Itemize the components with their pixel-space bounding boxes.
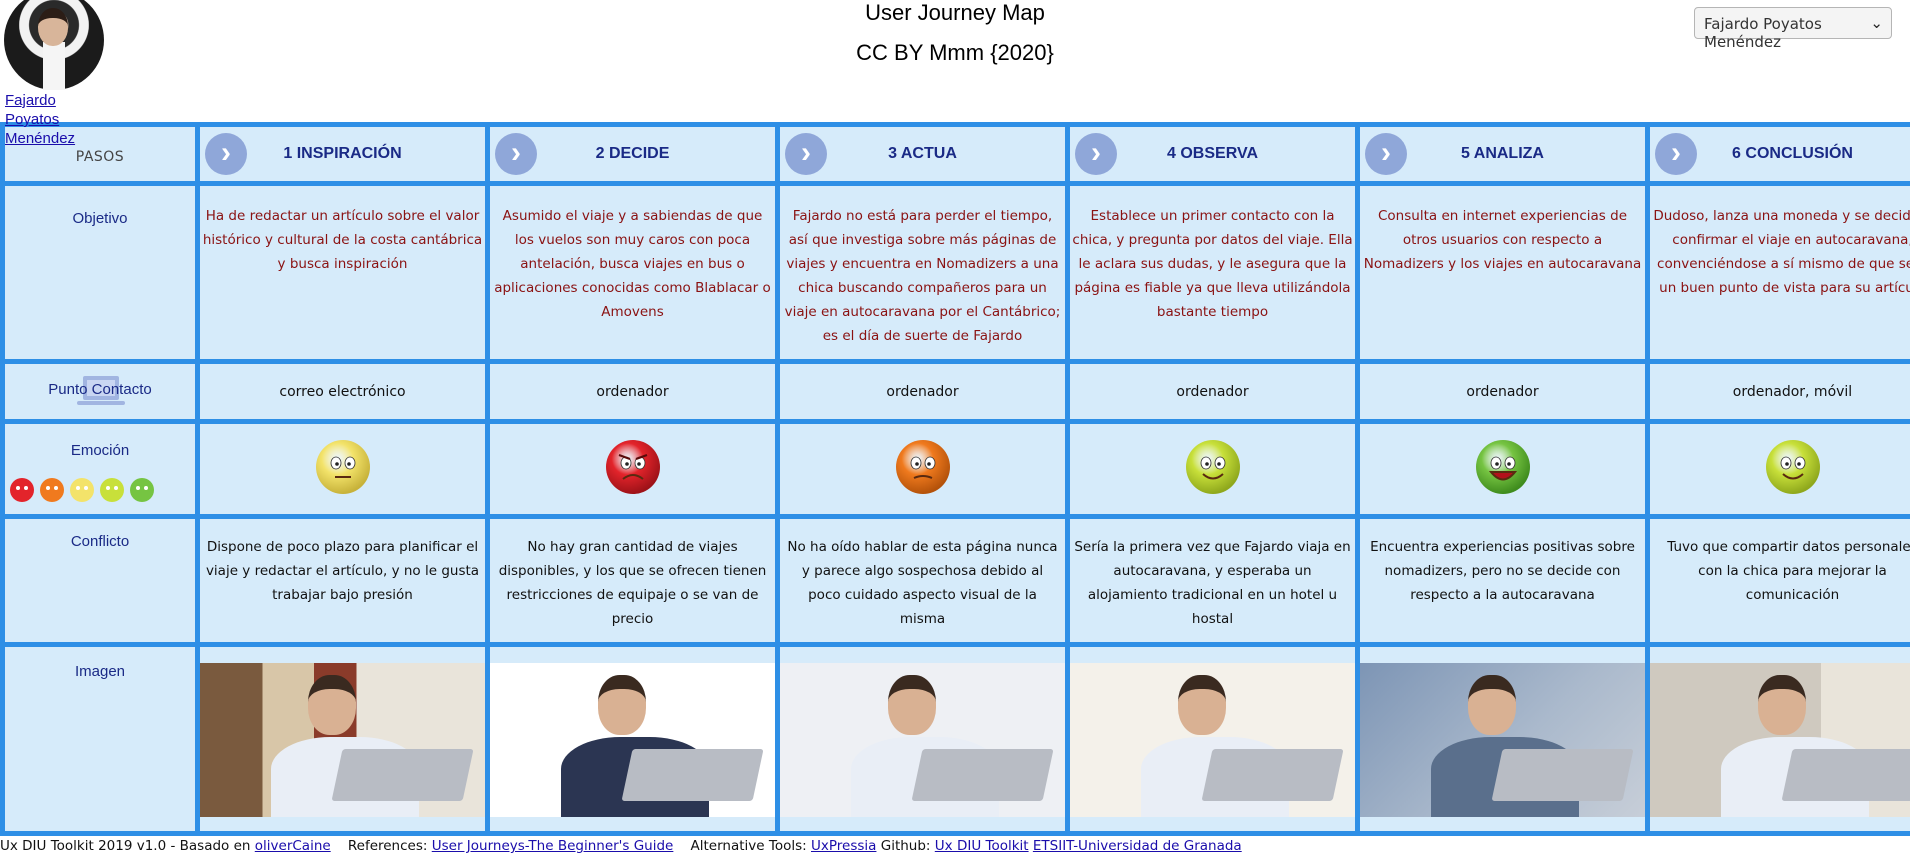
step-conflicto: Encuentra experiencias positivas sobre n… xyxy=(1360,519,1645,642)
footer-github-label: Github: xyxy=(880,838,931,854)
footer-link-olivercaine[interactable]: oliverCaine xyxy=(255,838,331,854)
step-objetivo: Consulta en internet experiencias de otr… xyxy=(1360,186,1645,359)
angry-face-icon xyxy=(605,440,660,494)
step-conflicto: Dispone de poco plazo para planificar el… xyxy=(200,519,485,642)
footer-alt-tools-label: Alternative Tools: xyxy=(690,838,807,854)
step-photo xyxy=(490,663,775,817)
step-contacto: ordenador xyxy=(490,364,775,419)
pleased-face-icon xyxy=(1185,440,1240,494)
step-photo xyxy=(1070,663,1355,817)
step-objetivo: Fajardo no está para perder el tiempo, a… xyxy=(780,186,1065,359)
step-image xyxy=(200,647,485,831)
step-title: 4 OBSERVA xyxy=(1167,145,1258,162)
step-image xyxy=(1360,647,1645,831)
annoyed-face-icon xyxy=(895,440,950,494)
emotion-scale-icons xyxy=(10,478,154,502)
row-label-objetivo: Objetivo xyxy=(5,186,195,359)
persona-name-link[interactable]: Fajardo Poyatos Menéndez xyxy=(5,91,75,148)
step-photo xyxy=(1650,663,1910,817)
page-title: User Journey Map xyxy=(865,0,1045,25)
emotion-scale-angry-icon xyxy=(10,478,34,502)
step-header: › 4 OBSERVA xyxy=(1070,127,1355,181)
emotion-scale-pleased-icon xyxy=(100,478,124,502)
step-objetivo: Ha de redactar un artículo sobre el valo… xyxy=(200,186,485,359)
step-emotion xyxy=(490,424,775,514)
page-subtitle: CC BY Mmm {2020} xyxy=(856,40,1054,65)
footer-prefix: Ux DIU Toolkit 2019 v1.0 - Basado en xyxy=(0,838,251,854)
step-header: › 3 ACTUA xyxy=(780,127,1065,181)
step-image xyxy=(1650,647,1910,831)
step-title: 2 DECIDE xyxy=(595,145,670,162)
step-objetivo: Asumido el viaje y a sabiendas de que lo… xyxy=(490,186,775,359)
step-emotion xyxy=(1070,424,1355,514)
step-conflicto: Tuvo que compartir datos personales con … xyxy=(1650,519,1910,642)
row-label-contacto: Punto Contacto xyxy=(5,364,195,419)
step-contacto: ordenador xyxy=(1070,364,1355,419)
step-emotion xyxy=(1650,424,1910,514)
happy-face-icon xyxy=(1475,440,1530,494)
row-label-conflicto: Conflicto xyxy=(5,519,195,642)
step-conflicto: Sería la primera vez que Fajardo viaja e… xyxy=(1070,519,1355,642)
row-label-contacto-text: Punto Contacto xyxy=(48,381,152,398)
step-header: › 1 INSPIRACIÓN xyxy=(200,127,485,181)
footer: Ux DIU Toolkit 2019 v1.0 - Basado en oli… xyxy=(0,838,1910,858)
footer-link-user-journeys-guide[interactable]: User Journeys-The Beginner's Guide xyxy=(432,838,674,854)
step-photo xyxy=(200,663,485,817)
step-conflicto: No ha oído hablar de esta página nunca y… xyxy=(780,519,1065,642)
emotion-scale-neutral-icon xyxy=(70,478,94,502)
step-contacto: ordenador, móvil xyxy=(1650,364,1910,419)
footer-link-uxpressia[interactable]: UxPressia xyxy=(811,838,876,854)
step-title: 1 INSPIRACIÓN xyxy=(283,145,402,162)
neutral-face-icon xyxy=(315,440,370,494)
step-contacto: ordenador xyxy=(780,364,1065,419)
journey-map-table: PASOS Objetivo Punto Contacto Emoción Co… xyxy=(0,122,1910,836)
step-title: 5 ANALIZA xyxy=(1461,145,1544,162)
row-label-emocion-text: Emoción xyxy=(70,442,130,459)
emotion-scale-annoyed-icon xyxy=(40,478,64,502)
step-photo xyxy=(780,663,1065,817)
step-contacto: correo electrónico xyxy=(200,364,485,419)
row-label-emocion: Emoción xyxy=(5,424,195,514)
footer-references-label: References: xyxy=(347,838,428,854)
step-title: 6 CONCLUSIÓN xyxy=(1732,145,1853,162)
persona-select[interactable]: Fajardo Poyatos Menéndez ⌄ xyxy=(1694,7,1892,51)
step-emotion xyxy=(200,424,485,514)
step-header: › 5 ANALIZA xyxy=(1360,127,1645,181)
emotion-scale-happy-icon xyxy=(130,478,154,502)
step-emotion xyxy=(1360,424,1645,514)
step-photo xyxy=(1360,663,1645,817)
pleased-face-icon xyxy=(1765,440,1820,494)
footer-link-etsiit-ugr[interactable]: ETSIIT-Universidad de Granada xyxy=(1033,838,1242,854)
step-title: 3 ACTUA xyxy=(888,145,957,162)
step-objetivo: Establece un primer contacto con la chic… xyxy=(1070,186,1355,359)
chevron-down-icon: ⌄ xyxy=(1870,14,1883,32)
step-contacto: ordenador xyxy=(1360,364,1645,419)
row-label-imagen: Imagen xyxy=(5,647,195,831)
step-image xyxy=(1070,647,1355,831)
step-image xyxy=(780,647,1065,831)
step-header: › 2 DECIDE xyxy=(490,127,775,181)
step-objetivo: Dudoso, lanza una moneda y se decide a c… xyxy=(1650,186,1910,359)
step-image xyxy=(490,647,775,831)
step-header: › 6 CONCLUSIÓN xyxy=(1650,127,1910,181)
step-emotion xyxy=(780,424,1065,514)
step-conflicto: No hay gran cantidad de viajes disponibl… xyxy=(490,519,775,642)
footer-link-ux-diu-toolkit[interactable]: Ux DIU Toolkit xyxy=(935,838,1029,854)
